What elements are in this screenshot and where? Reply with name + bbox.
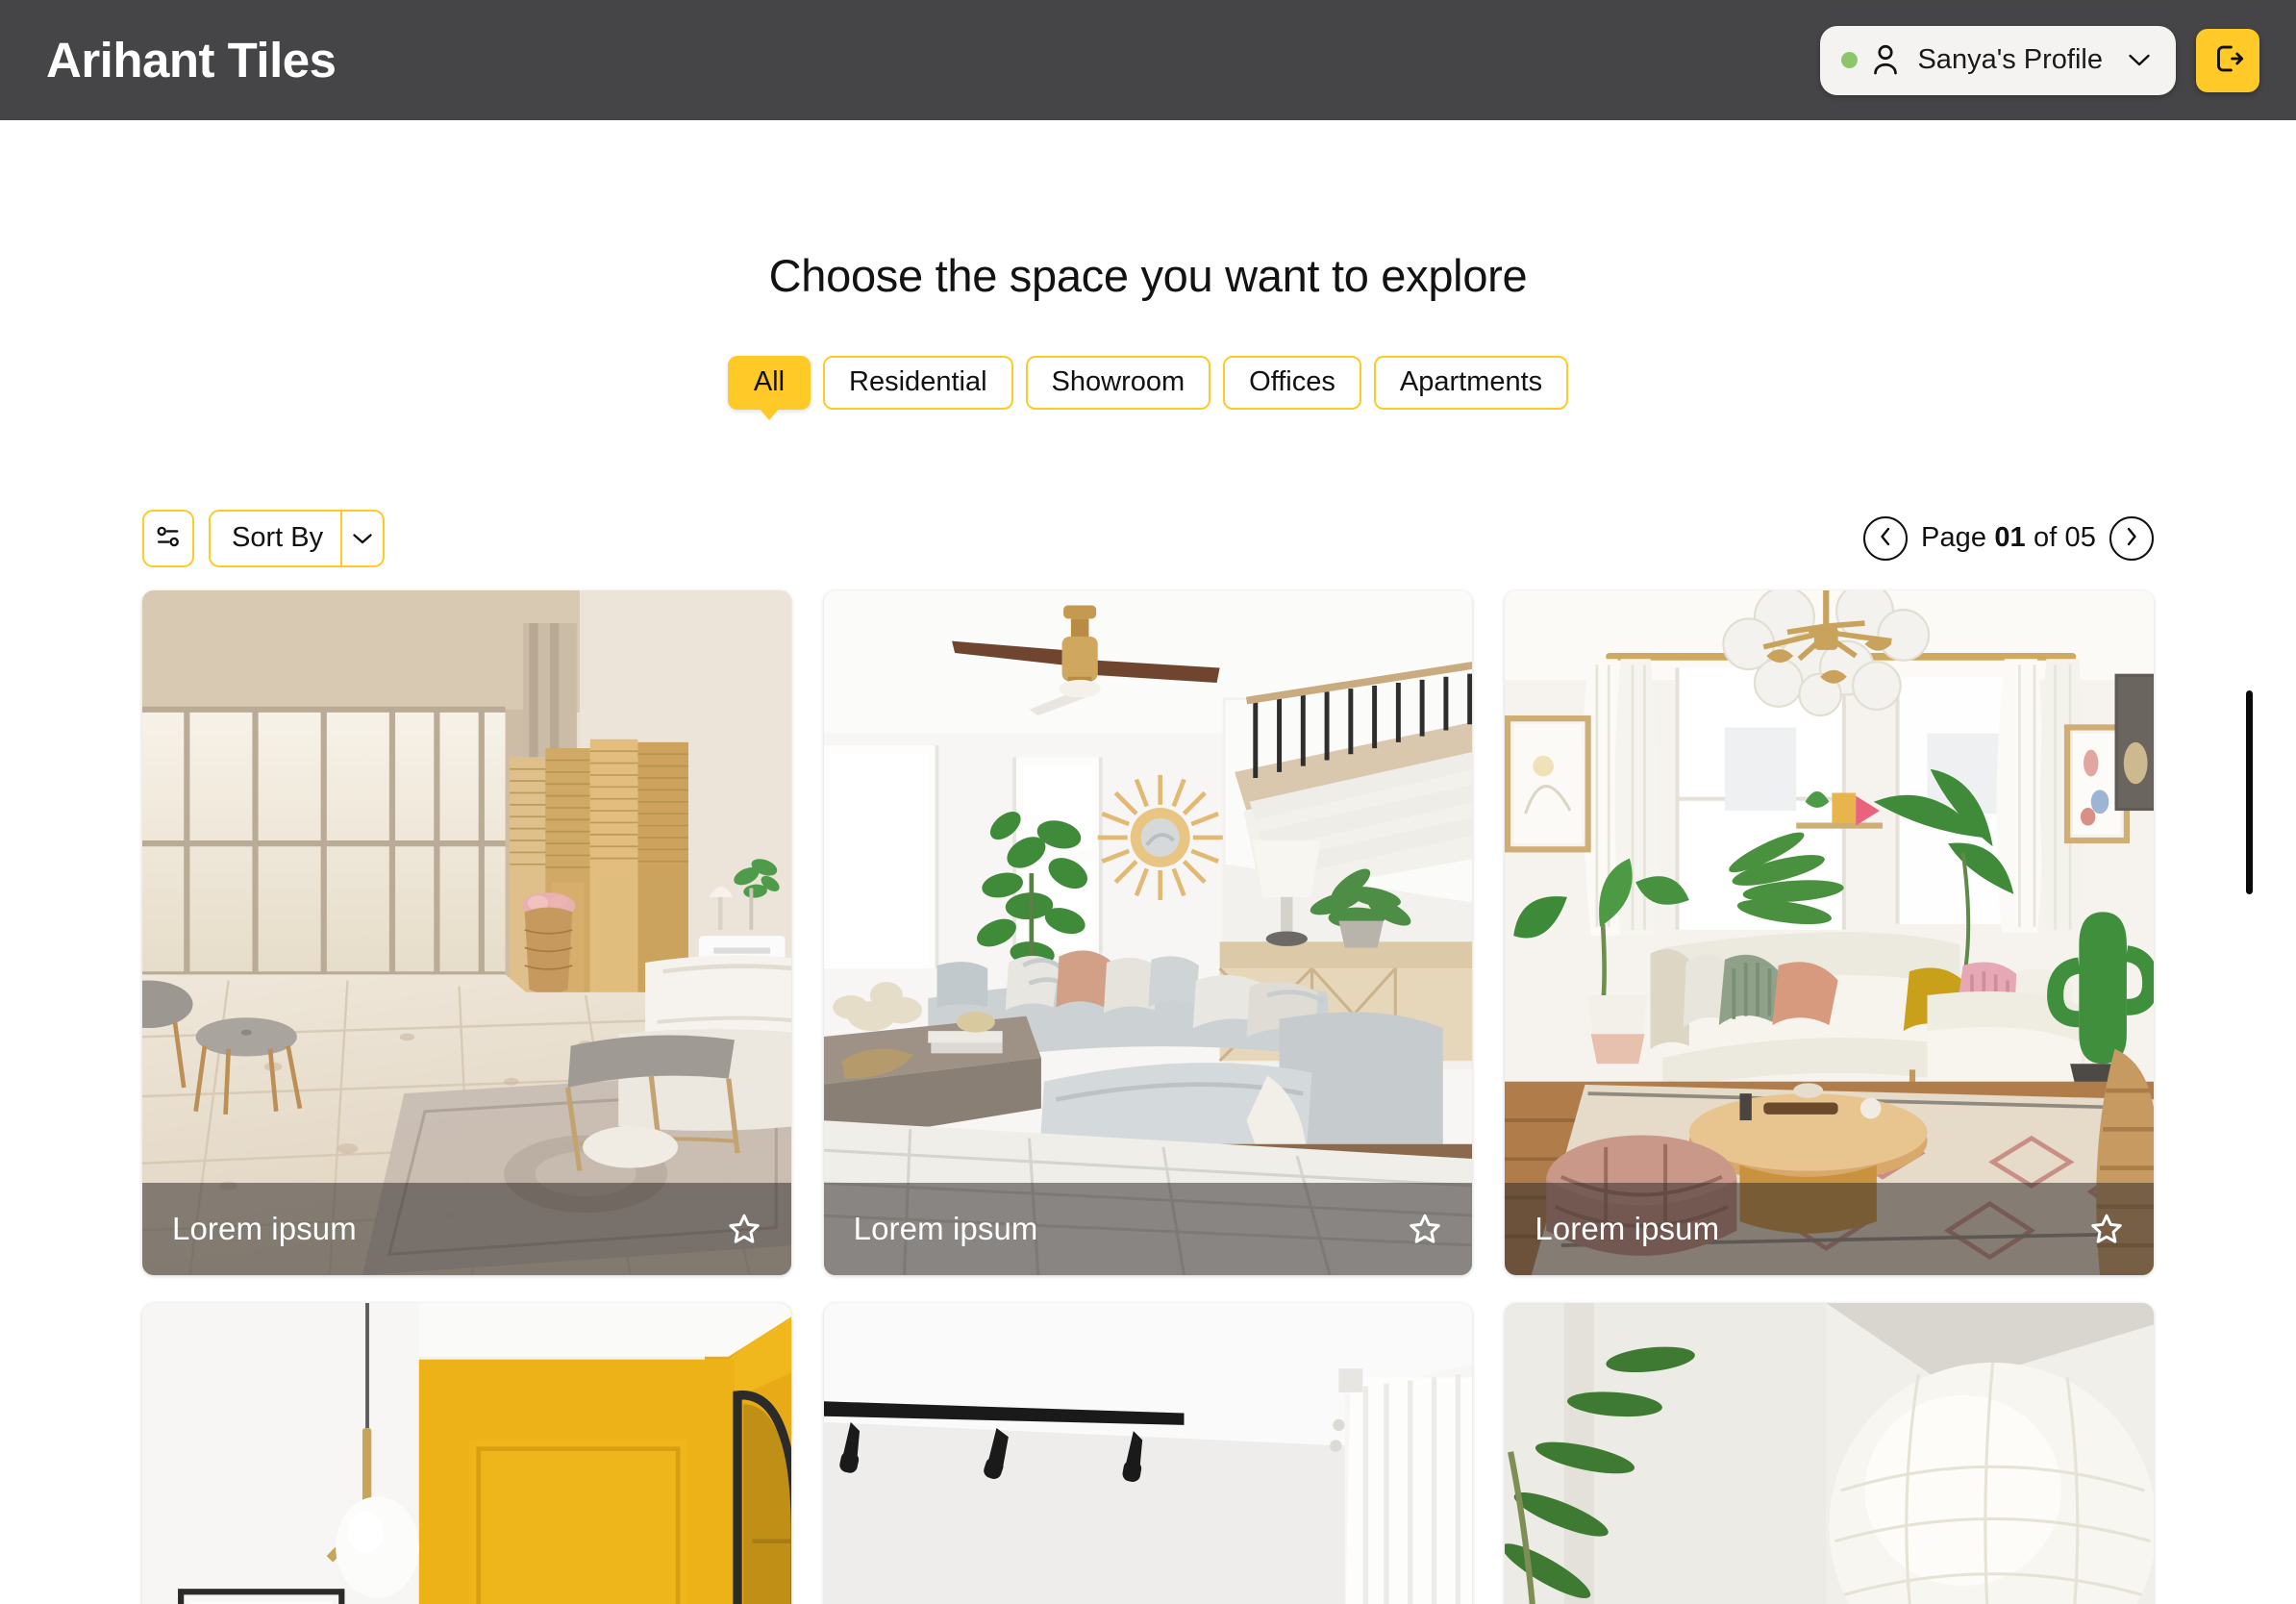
- card-image: [823, 1302, 1473, 1604]
- card-title: Lorem ipsum: [172, 1210, 357, 1246]
- filter-tab-showroom[interactable]: Showroom: [1025, 355, 1211, 410]
- space-card[interactable]: Lorem ipsum: [823, 589, 1473, 1275]
- card-image: [1505, 589, 2154, 1275]
- profile-menu-button[interactable]: Sanya's Profile: [1820, 25, 2176, 95]
- logout-icon: [2209, 40, 2246, 80]
- pagination-status: Page 01 of 05: [1921, 522, 2096, 554]
- pagination: Page 01 of 05: [1863, 515, 2154, 561]
- header-actions: Sanya's Profile: [1820, 25, 2259, 95]
- chevron-left-icon: [1877, 526, 1894, 550]
- filter-tab-all[interactable]: All: [727, 355, 811, 410]
- page-title: Arihant Tiles: [46, 33, 337, 88]
- card-image: [1505, 1302, 2154, 1604]
- space-card[interactable]: Lorem ipsum: [1505, 589, 2154, 1275]
- logout-button[interactable]: [2196, 28, 2259, 92]
- space-card-grid: Lorem ipsum Lorem ipsum Lorem ipsum: [142, 589, 2154, 1604]
- card-caption: Lorem ipsum: [1505, 1182, 2154, 1275]
- hero-heading: Choose the space you want to explore: [768, 250, 1528, 301]
- card-image: [823, 589, 1473, 1275]
- space-card[interactable]: [1505, 1302, 2154, 1604]
- hero-section: Choose the space you want to explore All…: [0, 120, 2296, 410]
- space-card[interactable]: [823, 1302, 1473, 1604]
- sliders-icon: [153, 522, 184, 554]
- filter-tab-offices[interactable]: Offices: [1223, 355, 1361, 410]
- profile-name-label: Sanya's Profile: [1917, 44, 2103, 75]
- pagination-next-button[interactable]: [2109, 515, 2154, 561]
- star-outline-icon[interactable]: [2088, 1211, 2125, 1247]
- space-card[interactable]: [142, 1302, 791, 1604]
- app-header: Arihant Tiles Sanya's Profile: [0, 0, 2296, 120]
- results-toolbar: Sort By Page 01 of 05: [142, 509, 2154, 567]
- pagination-prev-button[interactable]: [1863, 515, 1909, 561]
- pagination-total: 05: [2064, 522, 2096, 554]
- filter-tab-residential[interactable]: Residential: [823, 355, 1013, 410]
- card-image: [142, 1302, 791, 1604]
- card-caption: Lorem ipsum: [823, 1182, 1473, 1275]
- card-image: [142, 589, 791, 1275]
- chevron-down-icon: [2128, 53, 2151, 67]
- card-caption: Lorem ipsum: [142, 1182, 791, 1275]
- card-title: Lorem ipsum: [1535, 1210, 1720, 1246]
- toolbar-left-group: Sort By: [142, 509, 386, 567]
- space-card[interactable]: Lorem ipsum: [142, 589, 791, 1275]
- pagination-separator: of: [2033, 522, 2058, 554]
- card-title: Lorem ipsum: [853, 1210, 1038, 1246]
- space-filter-tabs: All Residential Showroom Offices Apartme…: [0, 355, 2296, 410]
- main-content: Sort By Page 01 of 05 Lorem ipsum Lorem …: [0, 509, 2296, 1604]
- page-scrollbar-thumb[interactable]: [2246, 690, 2253, 894]
- chevron-right-icon: [2123, 526, 2140, 550]
- online-status-dot: [1841, 52, 1859, 68]
- sort-by-select[interactable]: Sort By: [209, 509, 386, 567]
- chevron-down-icon[interactable]: [340, 511, 383, 565]
- star-outline-icon[interactable]: [726, 1211, 762, 1247]
- filter-button[interactable]: [142, 509, 194, 567]
- user-icon: [1869, 42, 1902, 79]
- sort-by-label: Sort By: [232, 522, 324, 554]
- filter-tab-apartments[interactable]: Apartments: [1373, 355, 1569, 410]
- pagination-current: 01: [1994, 522, 2026, 554]
- star-outline-icon[interactable]: [1407, 1211, 1443, 1247]
- pagination-prefix: Page: [1921, 522, 1987, 554]
